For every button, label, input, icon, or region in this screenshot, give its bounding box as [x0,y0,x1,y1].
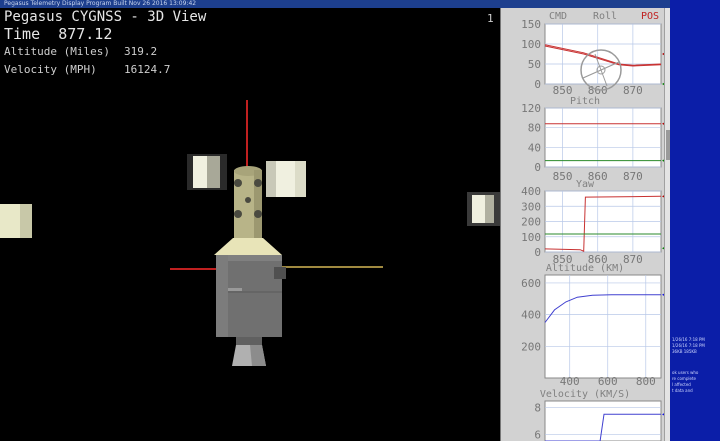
altitude-x-tick: 400 [560,375,580,388]
altitude-y-tick: 200 [521,340,541,353]
roll-pos-label: POS [641,11,660,22]
desktop-background: 1/26/16 7:18 PM 1/26/16 7:18 PM 36KB 185… [670,0,720,441]
roll-header: CMD Roll POS [501,11,669,23]
altitude-value: 319.2 [124,45,158,58]
velocity-label: Velocity (MPH) [4,63,97,76]
pitch-y-tick: 80 [528,122,541,135]
3d-view-pane[interactable]: Pegasus CYGNSS - 3D View Time 877.12 Alt… [0,8,500,441]
telemetry-chart-panel[interactable]: CMD Roll POS Pitch Yaw Altitude (KM) Vel… [500,8,669,441]
velocity-readout: Velocity (MPH) 16124.7 [4,63,170,76]
roll-y-tick: 0 [534,78,541,91]
pane-number: 1 [487,12,494,25]
velocity-title: Velocity (KM/S) [539,389,631,400]
yaw-y-tick: 300 [521,200,541,213]
solar-panel-left [187,154,227,190]
view-title: Pegasus CYGNSS - 3D View [4,9,207,25]
altitude-y-tick: 400 [521,309,541,322]
debris-cube-left [0,204,32,238]
charts-canvas: 150100500 850 860 87012080400850 860 87040030… [521,18,669,441]
time-readout: Time 877.12 [4,25,112,43]
yaw-y-tick: 100 [521,231,541,244]
debris-cube-right [467,192,500,226]
engine-nozzle [232,337,266,366]
roll-title: Roll [593,11,618,22]
desktop-text-5: re complete [672,376,696,381]
payload-adapter-cone [214,238,282,255]
roll-y-tick: 50 [528,58,541,71]
altitude-title: Altitude (KM) [545,263,625,274]
time-label: Time [4,25,41,43]
yaw-y-tick: 0 [534,246,541,259]
window-title: Pegasus Telemetry Display Program Built … [4,0,197,7]
altitude-label: Altitude (Miles) [4,45,110,58]
roll-y-tick: 100 [521,38,541,51]
desktop-text-7: t data and [672,388,693,393]
yaw-y-tick: 200 [521,216,541,229]
desktop-text-6: l affected [672,382,691,387]
pitch-y-tick: 40 [528,141,541,154]
pitch-title: Pitch [569,96,601,107]
altitude-y-tick: 600 [521,277,541,290]
yaw-title: Yaw [575,179,595,190]
window-title-bar: Pegasus Telemetry Display Program Built … [0,0,670,8]
main-body [216,255,286,337]
roll-cmd-label: CMD [549,11,568,22]
altitude-plot-area [544,274,662,379]
time-value: 877.12 [58,25,113,43]
altitude-x-tick: 800 [636,375,656,388]
upper-stage-cylinder [234,166,262,240]
altitude-x-tick: 600 [598,375,618,388]
desktop-text-2: 1/26/16 7:18 PM [672,343,705,348]
desktop-text-3: 36KB 185KB [672,349,697,354]
velocity-y-tick: 6 [534,428,541,441]
desktop-text-1: 1/26/16 7:18 PM [672,337,705,342]
velocity-value: 16124.7 [124,63,171,76]
velocity-y-tick: 8 [534,402,541,415]
pitch-y-tick: 0 [534,161,541,174]
altitude-readout: Altitude (Miles) 319.2 [4,45,157,58]
desktop-text-4: ok users who [672,370,699,375]
solar-panel-right [266,161,306,197]
